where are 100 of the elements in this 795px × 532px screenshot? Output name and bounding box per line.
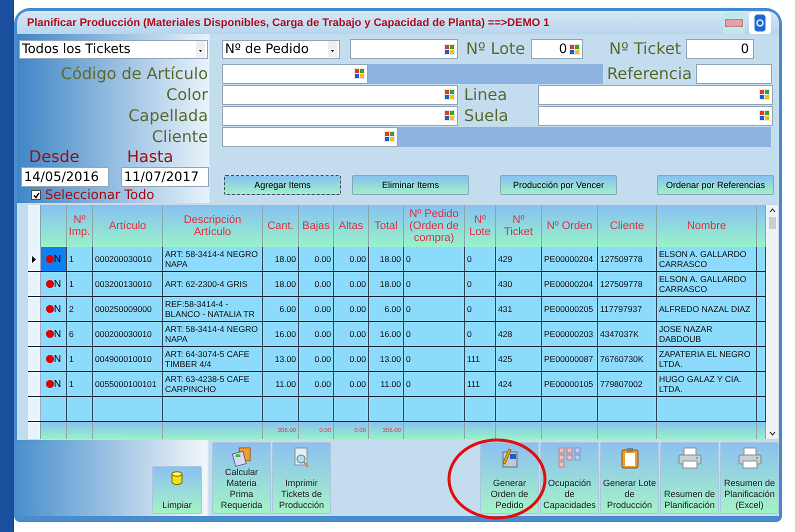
- row-header-cell[interactable]: [28, 247, 41, 271]
- action-button[interactable]: Agregar Items: [224, 175, 341, 195]
- action-button[interactable]: Ordenar por Referencias: [657, 175, 774, 195]
- document-stack-icon: [230, 447, 252, 467]
- table-cell: ART: 62-2300-4 GRIS: [163, 272, 263, 296]
- dot-icon: [46, 380, 54, 388]
- status-cell[interactable]: N: [41, 372, 67, 396]
- caret-icon: [328, 41, 337, 57]
- table-cell: PE00000087: [542, 347, 598, 371]
- capellada-field[interactable]: [222, 106, 458, 126]
- minimize-button[interactable]: [723, 12, 745, 34]
- table-cell: 779807002: [598, 372, 657, 396]
- table-cell: 003200130010: [93, 272, 163, 296]
- table-cell: 16.00: [369, 322, 404, 346]
- linea-label: Linea: [464, 84, 508, 104]
- table-cell: PE00000105: [542, 372, 598, 396]
- table-cell: 0: [465, 297, 496, 321]
- four-squares-icon: [759, 89, 770, 100]
- table-cell: 18.00: [369, 247, 404, 271]
- tool-button[interactable]: Generar Orden de Pedido: [480, 442, 539, 514]
- table-cell: 127509778: [598, 247, 657, 271]
- four-squares-icon: [759, 110, 770, 121]
- table-cell: PE00000204: [542, 272, 598, 296]
- codigo-field[interactable]: [222, 64, 368, 84]
- tool-button[interactable]: Calcular Materia Prima Requerida: [212, 442, 271, 514]
- search-by-dropdown[interactable]: Nº de Pedido: [222, 40, 340, 58]
- desde-date-field[interactable]: 14/05/2016: [21, 167, 109, 187]
- search-field[interactable]: [350, 39, 458, 59]
- table-cell: ELSON A. GALLARDO CARRASCO: [657, 272, 757, 296]
- tool-button[interactable]: Generar Lote de Producción: [600, 442, 659, 514]
- linea-field[interactable]: [538, 84, 773, 104]
- table-cell: 0: [404, 347, 465, 371]
- table-cell: 0.00: [334, 272, 369, 296]
- four-squares-icon: [569, 44, 580, 54]
- status-cell[interactable]: N: [41, 297, 67, 321]
- table-cell: 0.00: [299, 347, 334, 371]
- row-header-cell[interactable]: [28, 372, 41, 396]
- ticket-label: Nº Ticket: [609, 39, 682, 59]
- four-squares-icon: [444, 110, 455, 121]
- status-cell[interactable]: N: [41, 322, 67, 346]
- tool-button[interactable]: Resumen de Planificación (Excel): [720, 442, 779, 514]
- table-cell: 000250009000: [93, 297, 163, 321]
- color-field[interactable]: [222, 84, 458, 104]
- table-cell: PE00000205: [542, 297, 598, 321]
- lote-field[interactable]: 0: [531, 39, 584, 59]
- cliente-field[interactable]: [222, 126, 398, 146]
- table-cell: 430: [496, 272, 542, 296]
- table-cell: 4347037K: [598, 322, 657, 346]
- suela-label: Suela: [464, 106, 510, 126]
- table-cell: 425: [496, 347, 542, 371]
- select-all-checkbox[interactable]: [31, 190, 41, 200]
- printer-icon: [678, 447, 702, 469]
- table-cell: ART: 63-4238-5 CAFE CARPINCHO: [163, 372, 263, 396]
- table-cell: 1: [67, 347, 93, 371]
- four-squares-icon: [354, 68, 365, 79]
- select-all-label: Seleccionar Todo: [45, 188, 154, 202]
- scrollbar[interactable]: [766, 205, 778, 439]
- printer-icon: [738, 447, 762, 469]
- tool-button[interactable]: Limpiar: [152, 466, 202, 514]
- four-squares-icon: [384, 131, 395, 142]
- table-cell: 0.00: [334, 297, 369, 321]
- row-header-cell[interactable]: [28, 347, 41, 371]
- table-cell: 6: [67, 322, 93, 346]
- ticket-field[interactable]: 0: [686, 39, 754, 59]
- table-cell: 0.00: [334, 247, 369, 271]
- tool-button[interactable]: Resumen de Planificación: [660, 442, 719, 514]
- status-cell[interactable]: N: [41, 247, 67, 271]
- table-cell: 428: [496, 322, 542, 346]
- status-cell[interactable]: N: [41, 272, 67, 296]
- referencia-field[interactable]: [696, 64, 772, 84]
- scroll-thumb[interactable]: [768, 217, 776, 229]
- tool-button[interactable]: Ocupación de Capacidades: [540, 442, 599, 514]
- row-header-cell[interactable]: [28, 272, 41, 296]
- dot-icon: [46, 255, 54, 263]
- table-cell: JOSE NAZAR DABDOUB: [657, 322, 757, 346]
- table-cell: 0.00: [334, 322, 369, 346]
- ticket-type-dropdown[interactable]: Todos los Tickets: [19, 40, 208, 58]
- power-button[interactable]: [749, 12, 771, 34]
- table-cell: 0: [404, 322, 465, 346]
- suela-field[interactable]: [538, 106, 773, 126]
- tool-button[interactable]: Imprimir Tickets de Producción: [272, 442, 331, 514]
- table-cell: 0.00: [334, 372, 369, 396]
- action-button[interactable]: Producción por Vencer: [500, 175, 617, 195]
- status-cell[interactable]: N: [41, 347, 67, 371]
- four-squares-icon: [444, 44, 455, 54]
- row-header-cell[interactable]: [28, 297, 41, 321]
- table-cell: 0.00: [299, 322, 334, 346]
- table-cell: 11.00: [369, 372, 404, 396]
- action-button[interactable]: Eliminar Items: [352, 175, 469, 195]
- table-cell: 111: [465, 347, 496, 371]
- row-header-cell[interactable]: [28, 322, 41, 346]
- power-icon: [754, 14, 766, 32]
- hasta-date-field[interactable]: 11/07/2017: [121, 167, 209, 187]
- hasta-label: Hasta: [126, 147, 174, 167]
- table-cell: 000200030010: [93, 322, 163, 346]
- window-title: Planificar Producción (Materiales Disponibles, Carga de Trabajo y Capacidad de Planta) ==>DEMO 1: [27, 16, 550, 28]
- cylinder-icon: [171, 471, 183, 485]
- row-header-cell: [28, 205, 41, 247]
- table-cell: 1: [67, 372, 93, 396]
- table-cell: 18.00: [369, 272, 404, 296]
